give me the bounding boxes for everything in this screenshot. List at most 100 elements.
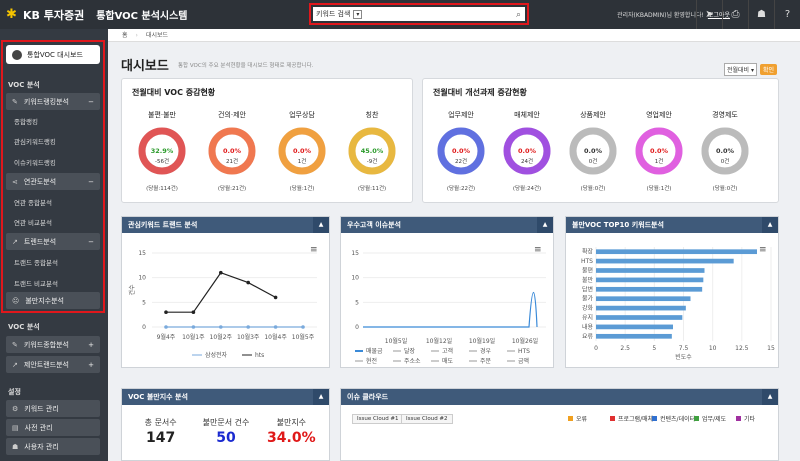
data-point (219, 270, 223, 275)
gauge-label: 불편·불만 (148, 111, 176, 119)
search-icon[interactable]: ⌕ (516, 10, 521, 20)
gauge-percent: 32.9% (150, 147, 174, 155)
send-icon[interactable]: ➤ (696, 0, 722, 29)
legend-label: hts (255, 352, 264, 359)
collapse-icon[interactable]: ▲ (313, 217, 329, 233)
data-point (191, 325, 196, 329)
y-tick-label: 답변 (582, 285, 593, 293)
y-tick-label: 요류 (582, 333, 594, 340)
y-tick-label: 15 (351, 250, 359, 257)
breadcrumb-current: 대시보드 (145, 32, 169, 39)
issue-cloud-tab-1[interactable]: Issue Cloud #1 (352, 414, 404, 424)
breadcrumb: 홈 › 대시보드 (108, 29, 800, 42)
collapse-icon[interactable]: ▲ (762, 389, 778, 405)
vip-issue-chart: 0 5 10 15 10월5일 10월12일 10월19일 10월26일매물금 달장 고객 경우 HT… (351, 250, 546, 365)
x-tick-label: 10 (709, 345, 717, 352)
sidebar-item-trend[interactable]: ↗ 트렌드분석 − (6, 233, 100, 250)
legend-label: 매도 (442, 357, 454, 365)
sidebar-subitem[interactable]: 이슈키워드랭킹 (14, 157, 56, 167)
data-point (246, 280, 250, 285)
keyword-trend-chart: 0 5 10 15 건수 9월4주 10월1주 10월2주 10월3주 10월4주 10월5주삼성전… (128, 250, 317, 359)
x-tick-label: 10월4주 (264, 333, 287, 341)
data-point (219, 325, 223, 329)
kb-logo[interactable]: ✱ KB 투자증권 (6, 7, 84, 23)
breadcrumb-home[interactable]: 홈 (122, 32, 128, 39)
voc-change-card: 전월대비 VOC 증감현황 불편·불만 32.9% -56건 (당월:114건) 건의·… (121, 78, 413, 203)
cloud-legend-item: 업무/제도 (694, 414, 726, 423)
sidebar-item-user-mgmt[interactable]: ☗ 사용자 관리 (6, 438, 100, 455)
panel-title: 불만VOC TOP10 키워드분석 (572, 221, 664, 229)
print-icon[interactable]: ⎙ (722, 0, 748, 29)
expand-icon: + (88, 360, 94, 369)
gauge: 업무제안 0.0% 22건 (당월:22건) (433, 110, 489, 192)
keyword-trend-panel: 관심키워드 트랜드 분석 ▲ ≡ 0 5 10 15 건수 9월4주 10월1주 10월2주 10… (121, 216, 330, 368)
legend-label: 경우 (480, 348, 492, 355)
gauge: 칭찬 45.0% -9건 (당월:11건) (344, 110, 400, 192)
bar (596, 286, 703, 292)
top10-keyword-chart: 0 2.5 5 7.5 10 12.5 15 빈도수 확장 HTS 불편불만답변불가강화유지내용요류 (581, 247, 775, 361)
sidebar-subitem[interactable]: 트랜드 비교분석 (14, 278, 58, 288)
y-tick-label: 내용 (582, 323, 594, 331)
sidebar-item-keyword-mgmt[interactable]: ⚙ 키워드 관리 (6, 400, 100, 417)
bar (596, 249, 757, 255)
issue-cloud-tab-2[interactable]: Issue Cloud #2 (401, 414, 453, 424)
sidebar-item-association[interactable]: ⋖ 연관도분석 − (6, 173, 100, 190)
confirm-button[interactable]: 확인 (760, 64, 778, 75)
users-icon[interactable]: ☗ (748, 0, 774, 29)
sidebar-item-complaint-index[interactable]: ☹ 불만지수분석 (6, 292, 100, 309)
sidebar-item-suggestion-trend[interactable]: ↗ 제안트랜드분석 + (6, 356, 100, 373)
sidebar-item-dictionary-mgmt[interactable]: ▤ 사전 관리 (6, 419, 100, 436)
cloud-legend-item: 프로그램/매체 (610, 414, 653, 423)
legend-label: 고객 (442, 348, 453, 355)
gauge-percent: 0.0% (649, 147, 669, 155)
sidebar-subitem[interactable]: 관심키워드랭킹 (14, 136, 56, 146)
cloud-legend-item: 오류 (568, 414, 587, 423)
y-tick-label: 0 (355, 324, 359, 331)
legend-label: 매물금 (366, 347, 383, 355)
collapse-icon: − (88, 237, 94, 246)
complaint-docs-label: 불만문서 건수 (202, 418, 250, 427)
bar (596, 315, 683, 320)
x-tick-label: 10월12일 (426, 337, 452, 345)
legend-swatch (736, 416, 741, 421)
compare-select[interactable]: 전월대비 ▾ (724, 63, 758, 76)
system-name: 통합VOC 분석시스템 (96, 11, 188, 22)
x-axis-label: 빈도수 (675, 353, 692, 361)
gauge-total: (당월:24건) (512, 186, 542, 192)
sidebar-subitem[interactable]: 연관 종합분석 (14, 197, 52, 207)
sidebar-subitem[interactable]: 트랜드 종합분석 (14, 257, 58, 267)
pencil-icon: ✎ (12, 97, 18, 106)
total-docs-label: 총 문서수 (144, 418, 177, 427)
search-type-select[interactable]: 키워드 검색 (316, 9, 350, 19)
top-icons: ➤ ⎙ ☗ ? (696, 0, 800, 29)
sidebar-item-keyword-analysis[interactable]: ✎ 키워드종합분석 + (6, 336, 100, 353)
legend-label: 삼성전자 (205, 351, 228, 359)
y-tick-label: 10 (138, 275, 146, 282)
issue-cloud-panel: 이슈 클라우드 ▲ (340, 388, 779, 461)
gauge: 건의·제안 0.0% 21건 (당월:21건) (204, 110, 260, 192)
sidebar-item-dashboard[interactable]: 통합VOC 대시보드 (6, 45, 100, 64)
y-tick-label: 강화 (582, 304, 594, 312)
sidebar-subitem[interactable]: 연관 비교분석 (14, 217, 52, 227)
data-point (301, 325, 305, 329)
y-axis-label: 건수 (128, 284, 136, 296)
gauge-total: (당월:1건) (646, 186, 672, 192)
help-icon[interactable]: ? (774, 0, 800, 29)
sidebar-subitem[interactable]: 종합랭킹 (14, 116, 38, 126)
bar (596, 305, 686, 311)
y-tick-label: 15 (138, 250, 146, 257)
sidebar-item-keyword-ranking[interactable]: ✎ 키워드랭킹분석 − (6, 93, 100, 110)
collapse-icon[interactable]: ▲ (537, 217, 553, 233)
collapse-icon[interactable]: ▲ (313, 389, 329, 405)
gauge: 불편·불만 32.9% -56건 (당월:114건) (134, 110, 190, 192)
collapse-icon[interactable]: ▲ (762, 217, 778, 233)
gauge-percent: 45.0% (360, 147, 384, 155)
x-tick-label: 10월1주 (182, 333, 205, 341)
gauge-percent: 0.0% (222, 147, 242, 155)
y-tick-label: 유지 (582, 314, 593, 322)
chevron-down-icon[interactable]: ▾ (353, 9, 363, 19)
x-tick-label: 10월2주 (210, 333, 233, 341)
suggestion-change-card: 전월대비 개선과제 증감현황 업무제안 0.0% 22건 (당월:22건) 매체제안 0.… (422, 78, 779, 203)
y-tick-label: 5 (355, 299, 359, 306)
top10-keyword-panel: 불만VOC TOP10 키워드분석 ▲ ≡ 0 2.5 5 7.5 10 12.5 15 빈도수… (565, 216, 779, 368)
